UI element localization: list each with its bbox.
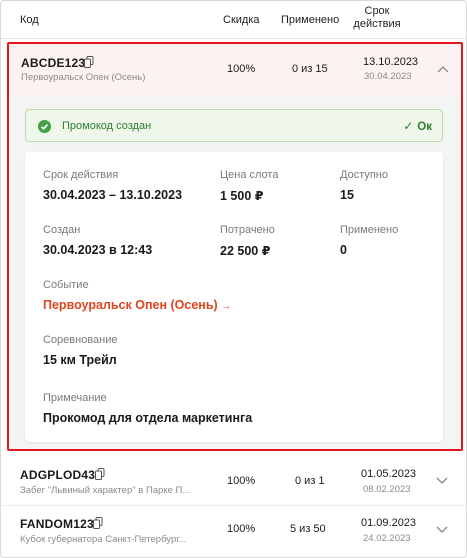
note-label: Примечание — [43, 392, 107, 404]
applied-value: 0 — [340, 243, 347, 257]
table-row[interactable]: FANDOM123 Кубок губернатора Санкт-Петерб… — [1, 506, 466, 557]
column-header-validity-line1: Срок — [364, 5, 390, 17]
check-icon: ✓ — [403, 119, 414, 133]
chevron-down-icon[interactable] — [436, 526, 448, 534]
success-banner: Промокод создан ✓ Ок — [25, 109, 443, 142]
validity-value: 30.04.2023 – 13.10.2023 — [43, 188, 183, 202]
competition-label: Соревнование — [43, 334, 118, 346]
event-link-text: Первоуральск Опен (Осень) — [43, 298, 218, 312]
event-name: Первоуральск Опен (Осень) — [21, 72, 146, 83]
promo-code: ABCDE123 — [21, 56, 86, 70]
validity-label: Срок действия — [43, 169, 119, 181]
promo-details-card: Срок действия 30.04.2023 – 13.10.2023 Це… — [25, 152, 443, 442]
available-label: Доступно — [340, 169, 389, 181]
used-value: 5 из 50 — [290, 523, 326, 535]
available-value: 15 — [340, 188, 354, 202]
event-label: Событие — [43, 279, 89, 291]
event-name: Забег "Львиный характер" в Парке П... — [20, 485, 191, 496]
valid-to-date: 01.05.2023 — [361, 468, 417, 480]
valid-to-date: 13.10.2023 — [363, 56, 419, 68]
slot-price-label: Цена слота — [220, 169, 279, 181]
valid-from-date: 30.04.2023 — [364, 71, 412, 82]
competition-value: 15 км Трейл — [43, 353, 117, 367]
applied-label: Применено — [340, 224, 399, 236]
promo-details-panel: Промокод создан ✓ Ок Срок действия 30.04.… — [9, 96, 461, 449]
slot-price-value: 1 500 ₽ — [220, 189, 264, 203]
table-header: Код Скидка Применено Срок действия — [1, 1, 466, 39]
chevron-up-icon[interactable] — [437, 65, 449, 73]
success-message: Промокод создан — [62, 120, 152, 132]
selected-promo-row-expanded: ABCDE123 Первоуральск Опен (Осень) 100% … — [7, 42, 463, 451]
used-value: 0 из 15 — [292, 63, 328, 75]
column-header-validity[interactable]: Срок действия — [351, 5, 403, 31]
promo-code: ADGPLOD43 — [20, 468, 96, 482]
valid-from-date: 24.02.2023 — [363, 533, 411, 544]
spent-label: Потрачено — [220, 224, 275, 236]
chevron-down-icon[interactable] — [436, 477, 448, 485]
promo-codes-table: Код Скидка Применено Срок действия ABCDE… — [0, 0, 467, 558]
column-header-discount[interactable]: Скидка — [223, 14, 260, 26]
discount-value: 100% — [227, 63, 256, 75]
copy-icon[interactable] — [95, 468, 105, 480]
discount-value: 100% — [227, 523, 256, 535]
arrow-right-icon: → — [221, 301, 232, 312]
table-row[interactable]: ABCDE123 Первоуральск Опен (Осень) 100% … — [9, 44, 461, 96]
used-value: 0 из 1 — [295, 475, 325, 487]
valid-from-date: 08.02.2023 — [363, 484, 411, 495]
created-label: Создан — [43, 224, 81, 236]
column-header-used[interactable]: Применено — [281, 14, 339, 26]
copy-icon[interactable] — [93, 517, 103, 529]
event-link[interactable]: Первоуральск Опен (Осень) → — [43, 298, 231, 312]
copy-icon[interactable] — [84, 56, 94, 68]
promo-code: FANDOM123 — [20, 517, 94, 531]
valid-to-date: 01.09.2023 — [361, 517, 417, 529]
note-value: Прокомод для отдела маркетинга — [43, 411, 253, 425]
ok-label: Ок — [417, 121, 432, 133]
created-value: 30.04.2023 в 12:43 — [43, 243, 153, 257]
success-check-icon — [38, 120, 51, 133]
table-row[interactable]: ADGPLOD43 Забег "Львиный характер" в Пар… — [1, 456, 466, 506]
event-name: Кубок губернатора Санкт-Петербург... — [20, 534, 187, 545]
discount-value: 100% — [227, 475, 256, 487]
spent-value: 22 500 ₽ — [220, 244, 271, 258]
column-header-code[interactable]: Код — [20, 14, 39, 26]
column-header-validity-line2: действия — [353, 18, 401, 30]
ok-button[interactable]: ✓ Ок — [403, 119, 432, 133]
